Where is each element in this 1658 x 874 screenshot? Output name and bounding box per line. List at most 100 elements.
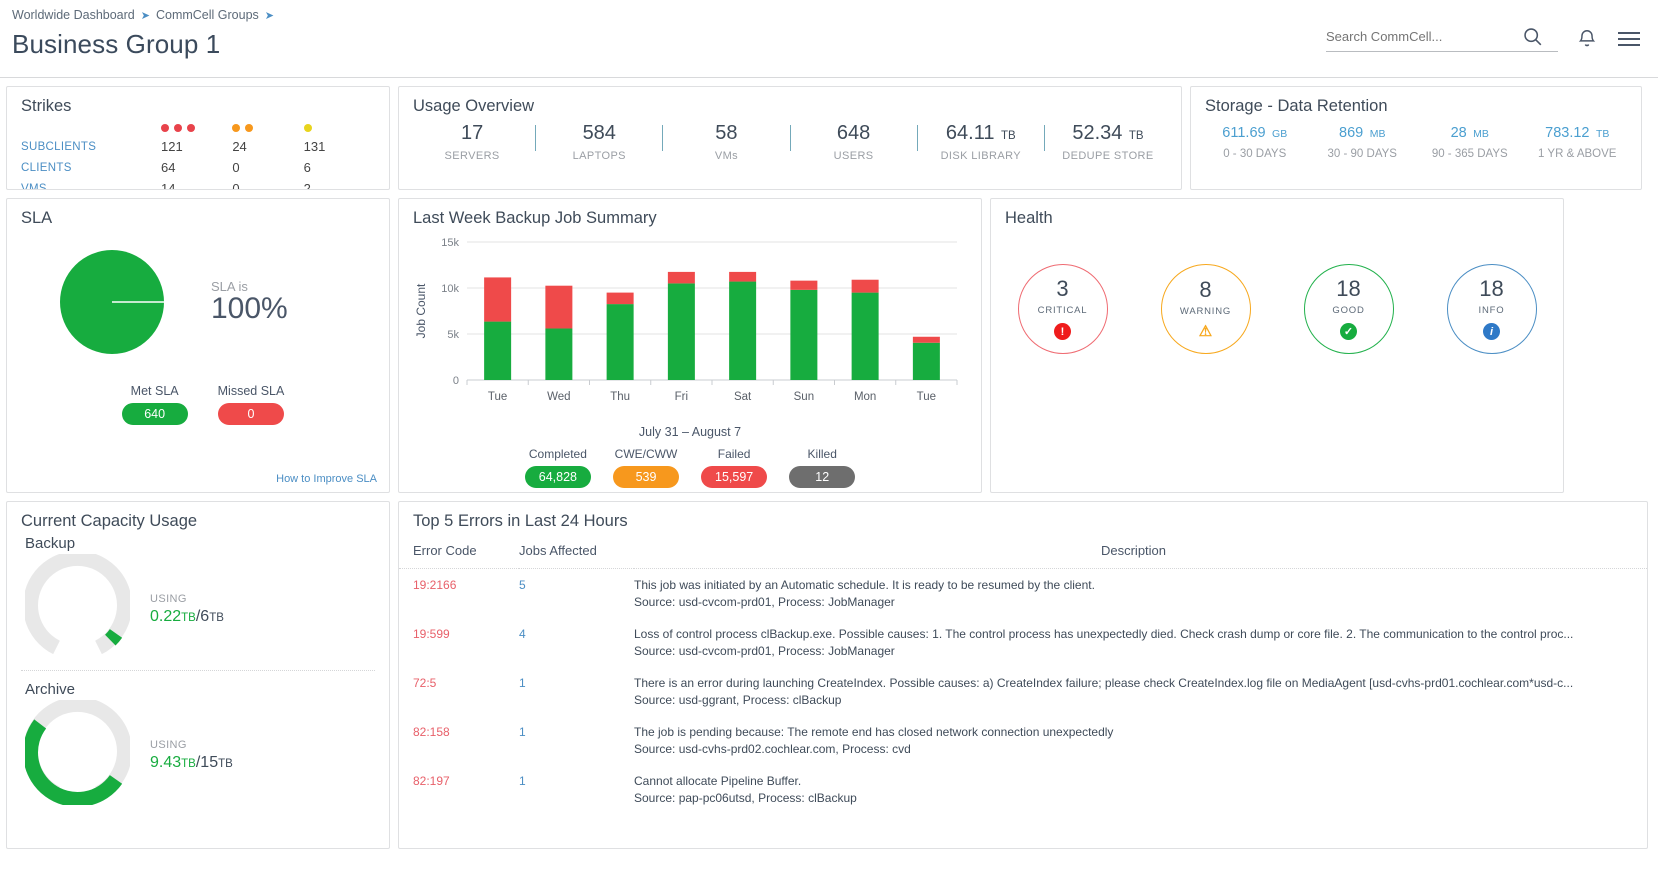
capacity-usage-card: Current Capacity Usage Backup USING 0.22… (6, 501, 390, 849)
svg-text:Sun: Sun (794, 391, 814, 403)
header-actions (1326, 26, 1642, 52)
usage-metric-laptops[interactable]: 584 LAPTOPS (536, 122, 662, 162)
sla-missed-value[interactable]: 0 (218, 403, 284, 425)
jobs-affected[interactable]: 1 (519, 725, 526, 739)
table-row[interactable]: 82:1581The job is pending because: The r… (399, 716, 1647, 765)
storage-bucket-0-30[interactable]: 611.69 GB 0 - 30 DAYS (1201, 124, 1309, 160)
sla-pie-chart[interactable] (7, 250, 217, 354)
breadcrumb-item-worldwide-dashboard[interactable]: Worldwide Dashboard (12, 8, 135, 22)
storage-bucket-1yr-above[interactable]: 783.12 TB 1 YR & ABOVE (1524, 124, 1632, 160)
usage-metric-dedupe-store[interactable]: 52.34 TB DEDUPE STORE (1045, 122, 1171, 162)
svg-text:Sat: Sat (734, 391, 752, 403)
error-source: Source: usd-ggrant, Process: clBackup (634, 693, 1633, 707)
backup-job-summary-chart[interactable]: 05k10k15kTueWedThuFriSatSunMonTueJob Cou… (399, 228, 981, 423)
search-input[interactable] (1326, 29, 1522, 44)
column-header-description[interactable]: Description (634, 531, 1647, 569)
error-code[interactable]: 19:2166 (413, 578, 456, 592)
health-count: 3 (1056, 278, 1068, 300)
capacity-total-unit: TB (209, 612, 224, 624)
usage-metric-disk-library[interactable]: 64.11 TB DISK LIBRARY (918, 122, 1044, 162)
jobs-affected[interactable]: 1 (519, 676, 526, 690)
usage-unit: TB (1129, 130, 1144, 142)
error-source: Source: usd-cvhs-prd02.cochlear.com, Pro… (634, 742, 1633, 756)
usage-metric-users[interactable]: 648 USERS (791, 122, 917, 162)
notification-bell-icon[interactable] (1576, 28, 1598, 50)
storage-bucket-30-90[interactable]: 869 MB 30 - 90 DAYS (1309, 124, 1417, 160)
svg-text:Mon: Mon (854, 391, 876, 403)
dashboard-page: Worldwide Dashboard ➤ CommCell Groups ➤ … (0, 0, 1658, 874)
table-row[interactable]: 82:1971Cannot allocate Pipeline Buffer.S… (399, 765, 1647, 814)
usage-metric-servers[interactable]: 17 SERVERS (409, 122, 535, 162)
strikes-row-label-vms[interactable]: VMS (21, 179, 161, 190)
storage-label: 0 - 30 DAYS (1201, 148, 1309, 160)
legend-value-cwe-cww[interactable]: 539 (613, 466, 679, 488)
jobs-affected[interactable]: 5 (519, 578, 526, 592)
usage-label: DEDUPE STORE (1045, 150, 1171, 162)
usage-metric-vms[interactable]: 58 VMs (663, 122, 789, 162)
legend-value-failed[interactable]: 15,597 (701, 466, 767, 488)
table-row[interactable]: 19:21665This job was initiated by an Aut… (399, 569, 1647, 619)
usage-value: 584 (583, 122, 616, 144)
storage-bucket-90-365[interactable]: 28 MB 90 - 365 DAYS (1416, 124, 1524, 160)
health-item-critical[interactable]: 3 CRITICAL ! (1018, 264, 1108, 354)
strikes-dots-yellow (304, 120, 375, 136)
sla-missed-label: Missed SLA (218, 384, 285, 398)
error-code[interactable]: 82:158 (413, 725, 450, 739)
strikes-value: 0 (232, 179, 303, 190)
search-box[interactable] (1326, 26, 1558, 52)
strikes-row-label-clients[interactable]: CLIENTS (21, 158, 161, 178)
table-row[interactable]: 72:5 1 There is an error during launching … (399, 667, 1647, 716)
error-description: There is an error during launching Creat… (634, 676, 1633, 690)
error-code[interactable]: 82:197 (413, 774, 450, 788)
table-row[interactable]: 19:5994Loss of control process clBackup.… (399, 618, 1647, 667)
storage-metrics: 611.69 GB 0 - 30 DAYS 869 MB 30 - 90 DAY… (1191, 116, 1641, 160)
backup-capacity-info: USING 0.22TB/6TB (150, 593, 224, 626)
health-item-good[interactable]: 18 GOOD ✓ (1304, 264, 1394, 354)
backup-gauge[interactable] (25, 554, 130, 664)
strikes-value: 0 (232, 158, 303, 178)
capacity-used-value: 0.22 (150, 608, 181, 625)
health-label: INFO (1479, 305, 1505, 316)
storage-unit: MB (1370, 128, 1386, 140)
health-item-info[interactable]: 18 INFO i (1447, 264, 1537, 354)
capacity-used-unit: TB (181, 758, 196, 770)
search-icon[interactable] (1522, 26, 1543, 47)
jobs-affected[interactable]: 1 (519, 774, 526, 788)
breadcrumb-chevron-icon: ➤ (265, 9, 274, 22)
breadcrumb-item-commcell-groups[interactable]: CommCell Groups (156, 8, 259, 22)
strikes-dots-red (161, 120, 232, 136)
jobs-affected[interactable]: 4 (519, 627, 526, 641)
legend-value-completed[interactable]: 64,828 (525, 466, 591, 488)
strikes-value: 121 (161, 137, 232, 157)
legend-value-killed[interactable]: 12 (789, 466, 855, 488)
column-header-error-code[interactable]: Error Code (399, 531, 519, 569)
archive-gauge[interactable] (25, 700, 130, 810)
legend-label: CWE/CWW (613, 447, 679, 461)
strikes-value: 14 (161, 179, 232, 190)
top-errors-card: Top 5 Errors in Last 24 Hours Error Code… (398, 501, 1648, 849)
chart-date-range: July 31 – August 7 (399, 425, 981, 439)
error-code[interactable]: 72:5 (413, 676, 436, 690)
health-label: WARNING (1180, 306, 1231, 317)
archive-capacity-info: USING 9.43TB/15TB (150, 739, 233, 772)
sla-met-value[interactable]: 640 (122, 403, 188, 425)
column-header-jobs-affected[interactable]: Jobs Affected (519, 531, 634, 569)
capacity-total-value: 15 (200, 754, 218, 771)
health-item-warning[interactable]: 8 WARNING ⚠ (1161, 264, 1251, 354)
usage-unit: TB (1001, 130, 1016, 142)
usage-value: 648 (837, 122, 870, 144)
how-to-improve-sla-link[interactable]: How to Improve SLA (276, 473, 377, 485)
hamburger-menu-icon[interactable] (1616, 28, 1642, 50)
strikes-row-label-subclients[interactable]: SUBCLIENTS (21, 137, 161, 157)
error-code[interactable]: 19:599 (413, 627, 450, 641)
legend-label: Killed (789, 447, 855, 461)
health-label: GOOD (1332, 305, 1364, 316)
svg-text:15k: 15k (441, 237, 459, 249)
legend-item-failed: Failed 15,597 (701, 447, 767, 488)
errors-table: Error Code Jobs Affected Description 19:… (399, 531, 1647, 814)
svg-text:Tue: Tue (917, 391, 936, 403)
svg-text:Job Count: Job Count (414, 283, 428, 338)
divider (917, 125, 918, 151)
usage-value: 58 (715, 122, 737, 144)
backup-job-summary-title: Last Week Backup Job Summary (399, 199, 981, 228)
